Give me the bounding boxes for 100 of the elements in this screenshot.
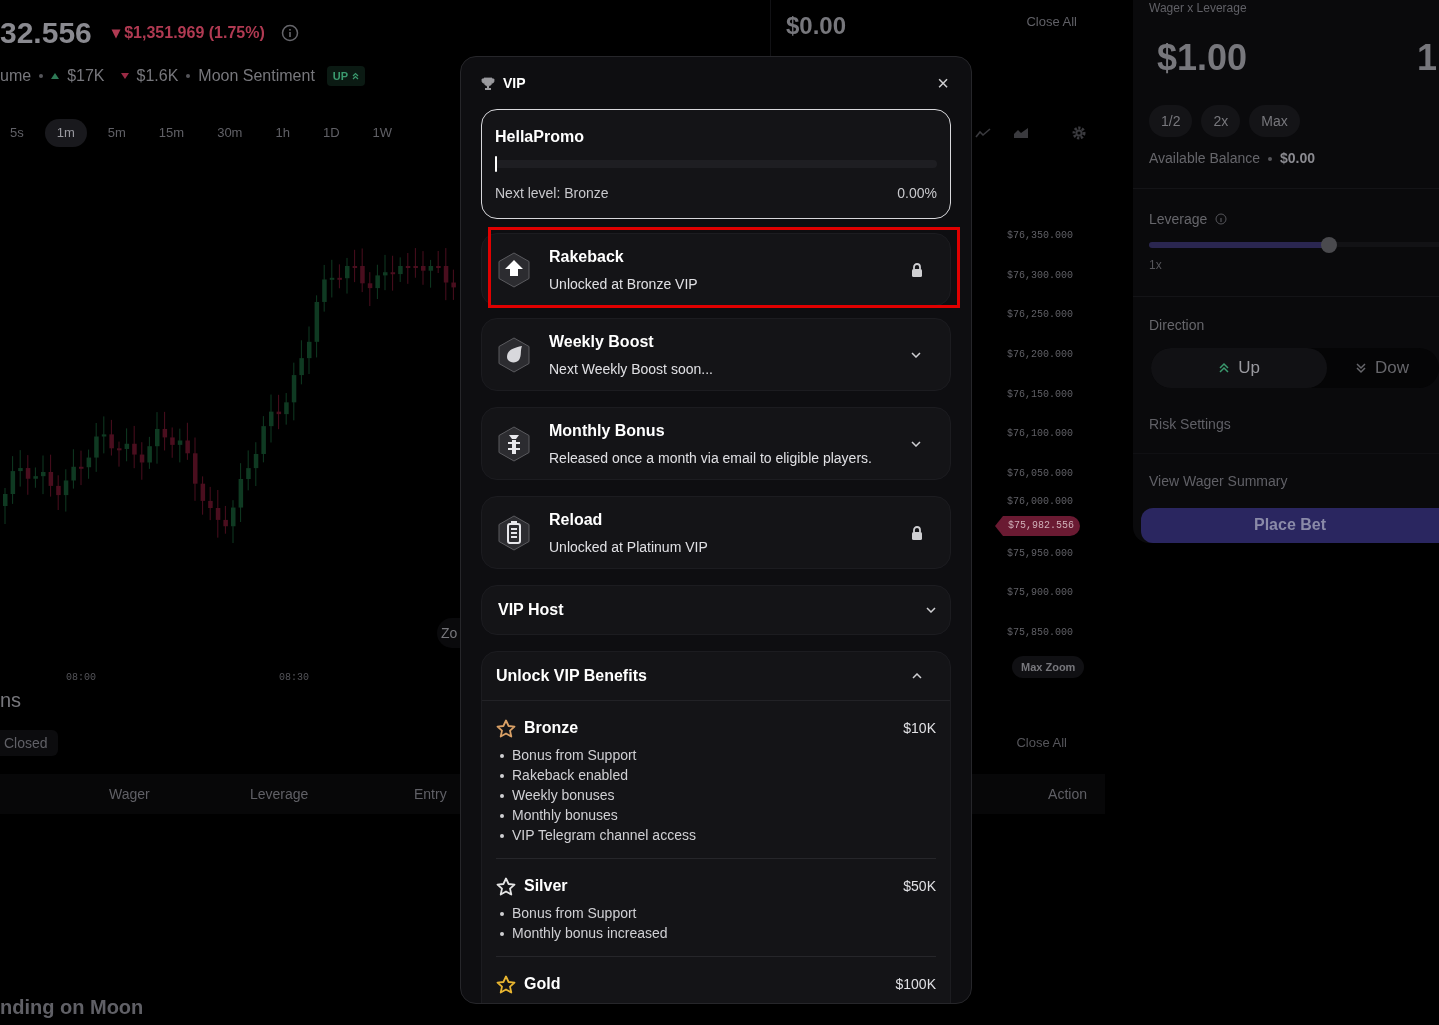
candle [367,271,373,307]
time-axis-label: 08:30 [279,671,310,685]
timeframe-tab[interactable]: 1D [310,119,352,147]
slider-thumb[interactable] [1320,236,1337,253]
price-axis-label: $76,200.000 [1007,349,1073,362]
timeframe-tab[interactable]: 30m [205,119,255,147]
info-icon[interactable] [280,24,299,42]
quick-amount-button[interactable]: 2x [1201,105,1241,137]
balance-value: $0.00 [1280,149,1316,168]
candle [155,411,160,465]
settings-icon[interactable] [1071,125,1087,141]
tier-amount: $50K [903,876,936,896]
candle [337,263,342,289]
benefit-title: Weekly Boost [549,331,655,352]
candle [41,455,46,495]
candle [86,449,92,480]
candle [215,489,221,539]
dot-icon [39,74,44,78]
battery-hexagon-icon [497,514,531,551]
info-icon[interactable] [1215,213,1228,226]
timeframe-tab[interactable]: 15m [146,119,197,147]
candle [48,454,54,498]
candle [208,486,213,521]
closed-tab[interactable]: Closed [0,730,58,756]
lock-icon [911,262,923,277]
price-axis-label: $76,100.000 [1007,428,1073,441]
timeframe-tab[interactable]: 5s [0,119,36,147]
balance-label: Available Balance [1149,149,1261,168]
bullet-icon [500,793,504,798]
close-button[interactable]: × [937,73,949,93]
chevron-down-icon [926,607,936,613]
quick-amount-button[interactable]: 1/2 [1149,105,1193,137]
candle [421,250,426,286]
benefit-card[interactable]: Weekly Boost Next Weekly Boost soon... [481,318,951,391]
price-axis-label: $76,050.000 [1007,468,1073,481]
candle [398,256,403,283]
timeframe-tab[interactable]: 1W [360,119,405,147]
candle [314,294,320,358]
risk-settings-button[interactable]: Risk Settings [1149,414,1231,435]
column-header: Action [1048,784,1087,804]
area-chart-icon[interactable] [1013,127,1029,139]
benefit-subtitle: Released once a month via email to eligible players. [549,448,872,468]
benefit-subtitle: Next Weekly Boost soon... [549,359,713,379]
candle [322,264,327,313]
sentiment-label: Moon Sentiment [198,66,315,86]
candle [177,428,183,463]
candle [413,247,418,279]
dialog-title: VIP [503,73,526,93]
price-change-text: ▾ $1,351.969 (1.75%) [111,23,265,43]
candle [451,269,456,301]
down-triangle-icon [120,73,129,79]
wager-label: Wager x Leverage [1149,1,1247,15]
leverage-value: 1 [1416,36,1437,80]
tiers-header[interactable]: Unlock VIP Benefits [496,652,936,700]
bullet-icon [500,833,504,838]
bullet-icon [500,931,504,936]
candle [443,247,449,301]
quick-amount-button[interactable]: Max [1249,105,1300,137]
double-chevron-up-icon [1218,362,1231,374]
candle [299,339,304,385]
timeframe-tab[interactable]: 1h [263,119,302,147]
close-all-button[interactable]: Close All [1026,12,1077,32]
price-axis-label: $76,350.000 [1007,230,1073,242]
candle [193,437,198,502]
tower-hexagon-icon [497,425,531,462]
line-chart-icon[interactable] [975,127,991,139]
candle [405,252,411,285]
slider-min-label: 1x [1149,257,1162,275]
zoom-button[interactable]: Zo [437,618,460,648]
perk-text: Bonus from Support [512,905,637,922]
benefit-card[interactable]: Monthly Bonus Released once a month via email to eligible players. [481,407,951,480]
price-axis-label: $76,250.000 [1007,309,1073,322]
candle [276,394,282,430]
price-text: 32.556 [0,18,92,48]
vip-host-button[interactable]: VIP Host [481,585,951,635]
candle [261,415,266,463]
candle [33,467,38,489]
leverage-label: Leverage [1149,209,1208,229]
benefit-title: Reload [549,509,604,530]
price-axis-label: $75,900.000 [1007,587,1073,600]
candle [18,449,23,488]
candle [200,475,206,516]
bullet-icon [500,911,504,916]
bullet-icon [500,813,504,818]
up-triangle-icon [51,73,60,79]
sentiment-badge: UP [326,65,366,87]
wager-summary-button[interactable]: View Wager Summary [1149,470,1288,492]
max-zoom-button[interactable]: Max Zoom [1012,656,1085,678]
timeframe-tab[interactable]: 5m [95,119,138,147]
double-chevron-down-icon [1355,362,1367,374]
tier-name: Gold [524,974,561,994]
volume-label: ume [0,66,32,86]
up-button[interactable]: Up [1151,348,1327,388]
candle [124,427,130,462]
timeframe-tab[interactable]: 1m [44,119,87,147]
trophy-icon [481,76,495,90]
tier-amount: $10K [903,718,936,738]
place-bet-button[interactable]: Place Bet [1141,507,1439,543]
close-all-button[interactable]: Close All [1016,733,1067,753]
down-button[interactable]: Dow [1327,348,1437,388]
